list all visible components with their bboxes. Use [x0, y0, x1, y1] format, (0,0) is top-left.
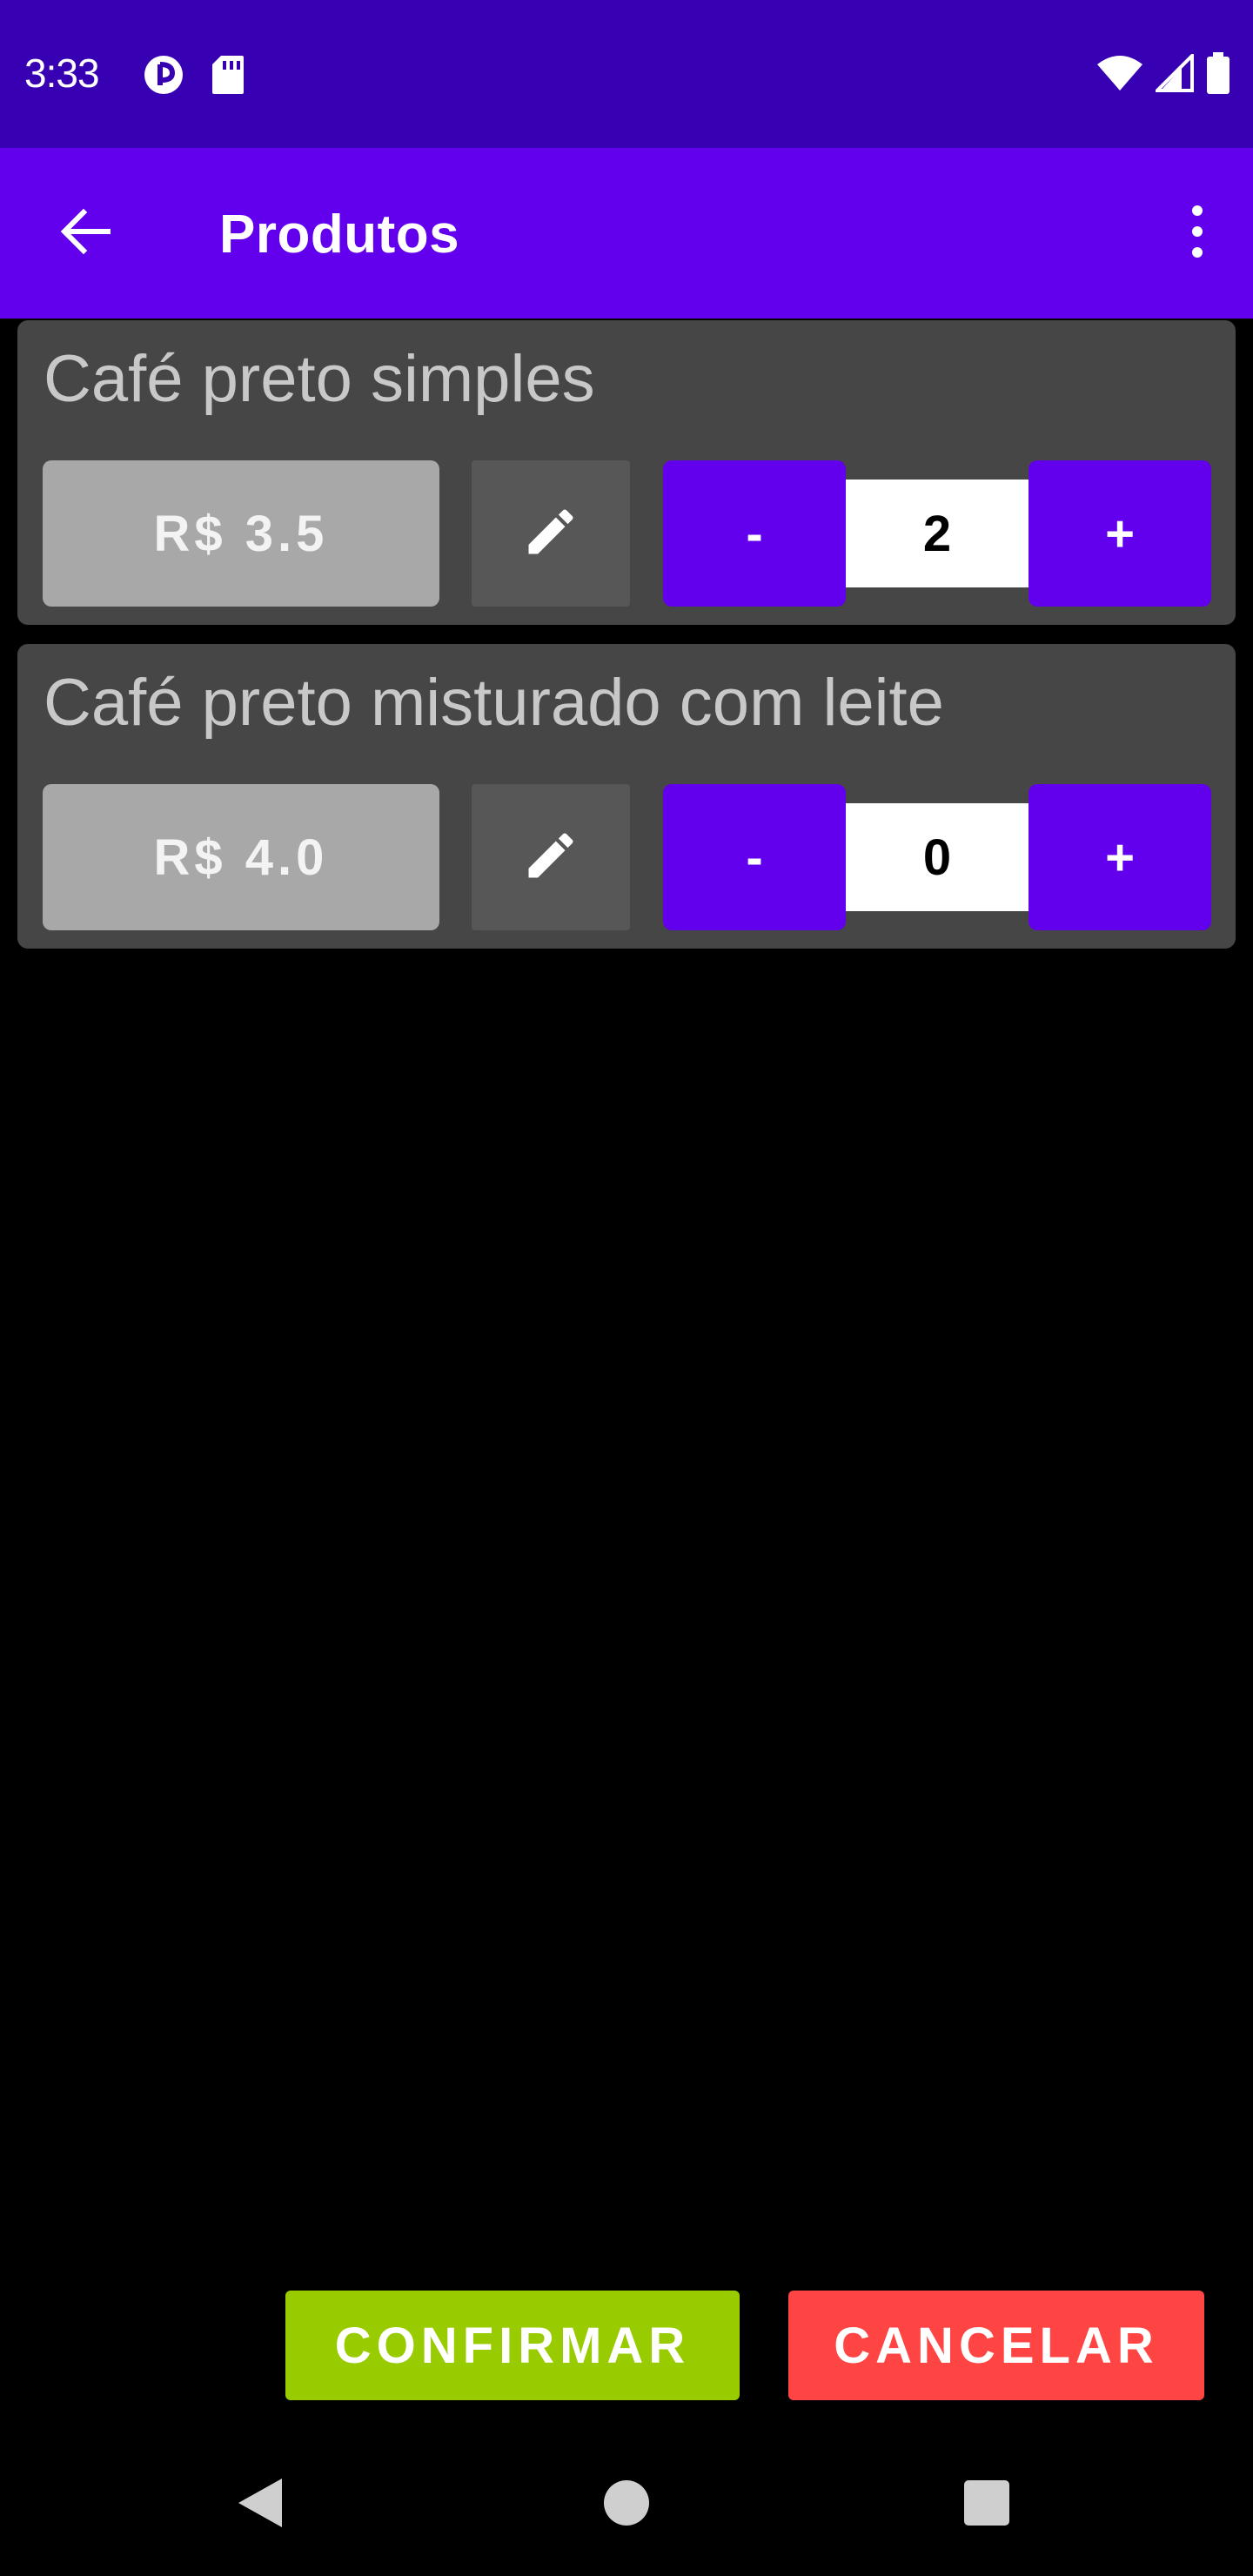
notification-app-icon	[143, 54, 184, 99]
arrow-back-icon	[57, 204, 113, 263]
status-icons-left	[143, 54, 245, 99]
sd-card-icon	[211, 54, 245, 99]
product-list: Café preto simples R$ 3.5 - 2 + Café pre…	[17, 320, 1236, 968]
pencil-icon	[521, 502, 580, 565]
increase-quantity-button[interactable]: +	[1029, 784, 1211, 930]
nav-home-icon[interactable]	[604, 2480, 649, 2526]
nav-back-icon[interactable]	[235, 2477, 284, 2532]
nav-recents-icon[interactable]	[964, 2480, 1009, 2526]
increase-quantity-button[interactable]: +	[1029, 460, 1211, 607]
edit-button[interactable]	[472, 784, 630, 930]
product-card: Café preto misturado com leite R$ 4.0 - …	[17, 644, 1236, 949]
back-button[interactable]	[45, 193, 125, 273]
quantity-field[interactable]: 2	[846, 480, 1029, 587]
cellular-signal-icon	[1153, 51, 1194, 96]
battery-icon	[1206, 52, 1230, 97]
cancel-button[interactable]: CANCELAR	[788, 2291, 1204, 2400]
quantity-field[interactable]: 0	[846, 803, 1029, 911]
confirm-button[interactable]: CONFIRMAR	[285, 2291, 740, 2400]
more-vert-icon	[1190, 204, 1204, 263]
edit-button[interactable]	[472, 460, 630, 607]
status-time: 3:33	[24, 50, 100, 96]
product-name: Café preto misturado com leite	[44, 666, 944, 740]
price-button[interactable]: R$ 3.5	[43, 460, 439, 607]
page-title: Produtos	[219, 205, 460, 265]
status-bar: 3:33	[0, 0, 1253, 148]
wifi-icon	[1096, 54, 1143, 96]
pencil-icon	[521, 826, 580, 889]
product-card: Café preto simples R$ 3.5 - 2 +	[17, 320, 1236, 625]
price-button[interactable]: R$ 4.0	[43, 784, 439, 930]
decrease-quantity-button[interactable]: -	[663, 460, 846, 607]
decrease-quantity-button[interactable]: -	[663, 784, 846, 930]
status-icons-right	[1096, 51, 1230, 97]
product-name: Café preto simples	[44, 342, 595, 416]
more-options-button[interactable]	[1176, 193, 1218, 273]
app-bar: Produtos	[0, 148, 1253, 319]
system-nav-bar	[0, 2437, 1253, 2576]
